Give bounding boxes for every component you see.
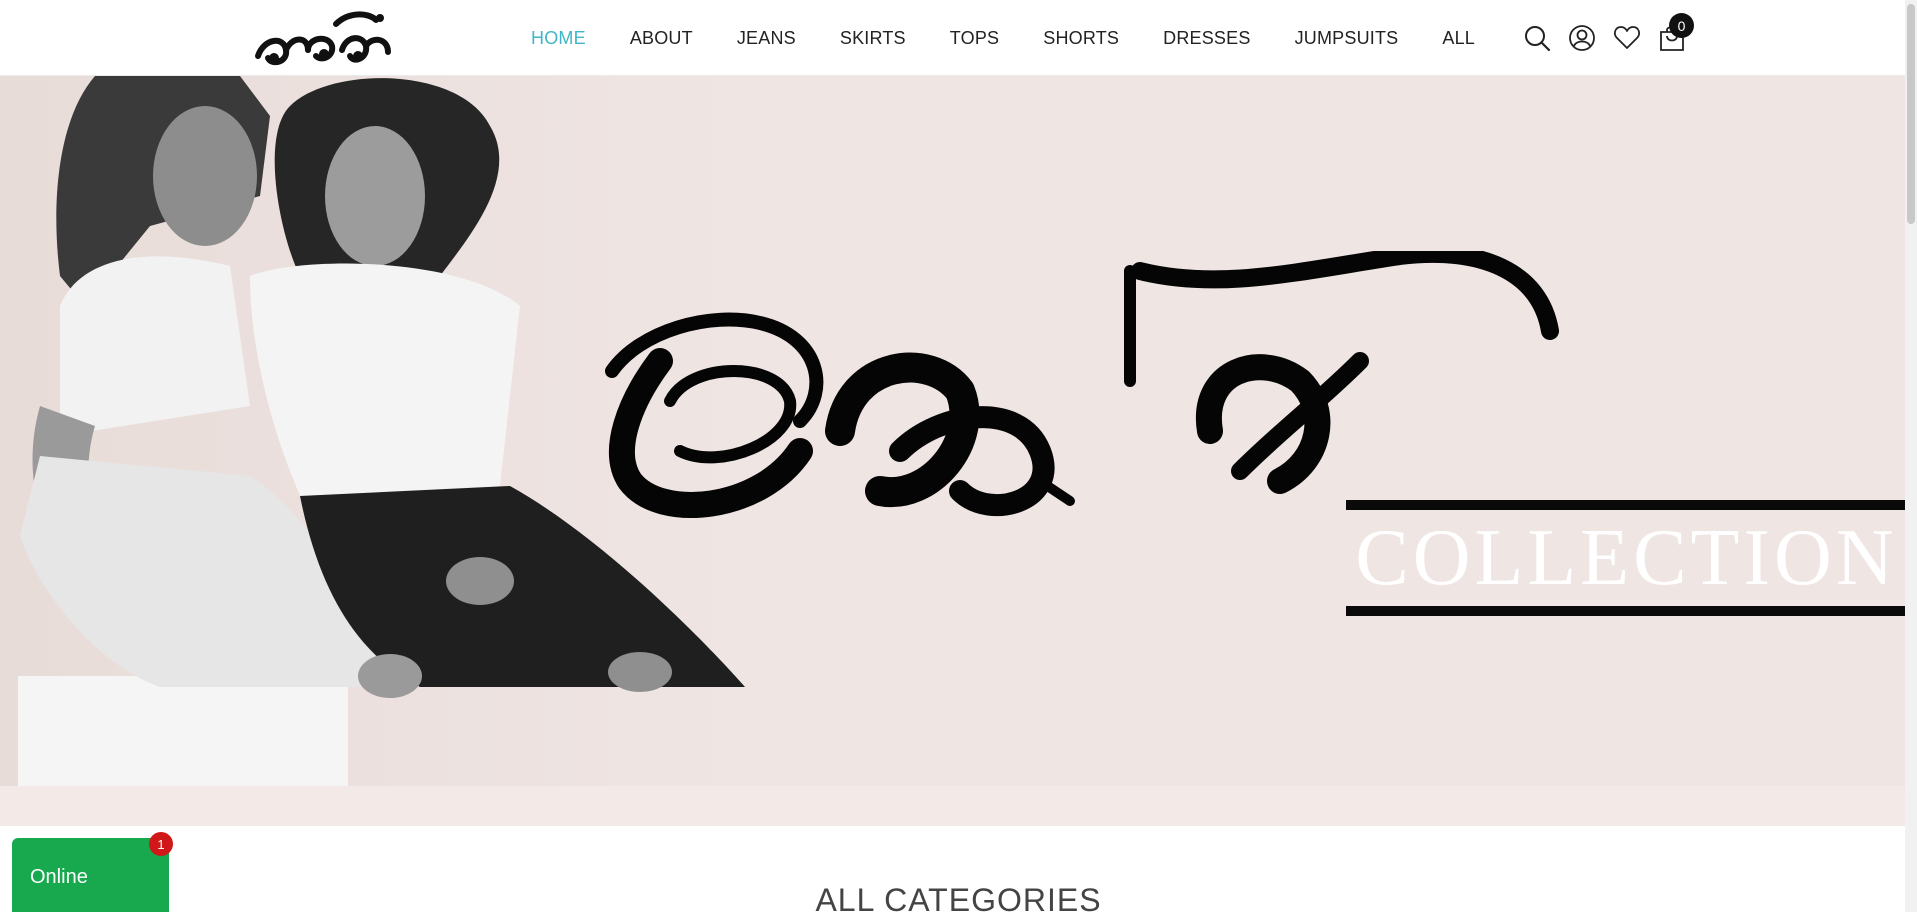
- wishlist-button[interactable]: [1604, 18, 1649, 58]
- hero-bottom-strip: [0, 786, 1917, 826]
- account-button[interactable]: [1559, 18, 1604, 58]
- nav-dresses[interactable]: DRESSES: [1163, 28, 1250, 49]
- nav-home[interactable]: HOME: [531, 28, 586, 49]
- scrollbar-thumb[interactable]: [1907, 4, 1915, 224]
- logo-mark: [255, 11, 391, 66]
- nav-jumpsuits[interactable]: JUMPSUITS: [1295, 28, 1399, 49]
- nav-all[interactable]: ALL: [1442, 28, 1475, 49]
- online-chat-button[interactable]: Online 1: [12, 832, 173, 912]
- nav-shorts[interactable]: SHORTS: [1043, 28, 1119, 49]
- user-icon: [1568, 25, 1595, 51]
- heart-icon: [1613, 26, 1640, 49]
- search-button[interactable]: [1514, 18, 1559, 58]
- nav-tops[interactable]: TOPS: [950, 28, 999, 49]
- chat-notification-badge: 1: [149, 832, 173, 856]
- page-scrollbar[interactable]: [1905, 0, 1917, 912]
- search-icon: [1524, 26, 1550, 52]
- header-icons: 0: [1514, 13, 1694, 58]
- all-categories-heading: ALL CATEGORIES: [815, 882, 1102, 918]
- online-chat-label: Online: [30, 866, 88, 888]
- main-nav: HOME ABOUT JEANS SKIRTS TOPS SHORTS DRES…: [509, 0, 1497, 76]
- collection-banner: COLLECTION: [1346, 500, 1907, 618]
- cart-button[interactable]: 0: [1649, 13, 1694, 58]
- nav-skirts[interactable]: SKIRTS: [840, 28, 906, 49]
- collection-top-rule: [1346, 500, 1907, 510]
- collection-bottom-rule: [1346, 606, 1907, 616]
- nav-about[interactable]: ABOUT: [630, 28, 693, 49]
- cart-count-badge: 0: [1669, 13, 1694, 38]
- site-logo[interactable]: [250, 6, 405, 70]
- site-header: HOME ABOUT JEANS SKIRTS TOPS SHORTS DRES…: [0, 0, 1917, 76]
- hero-banner[interactable]: COLLECTION: [0, 76, 1917, 787]
- collection-label: COLLECTION: [1355, 514, 1898, 602]
- nav-jeans[interactable]: JEANS: [737, 28, 796, 49]
